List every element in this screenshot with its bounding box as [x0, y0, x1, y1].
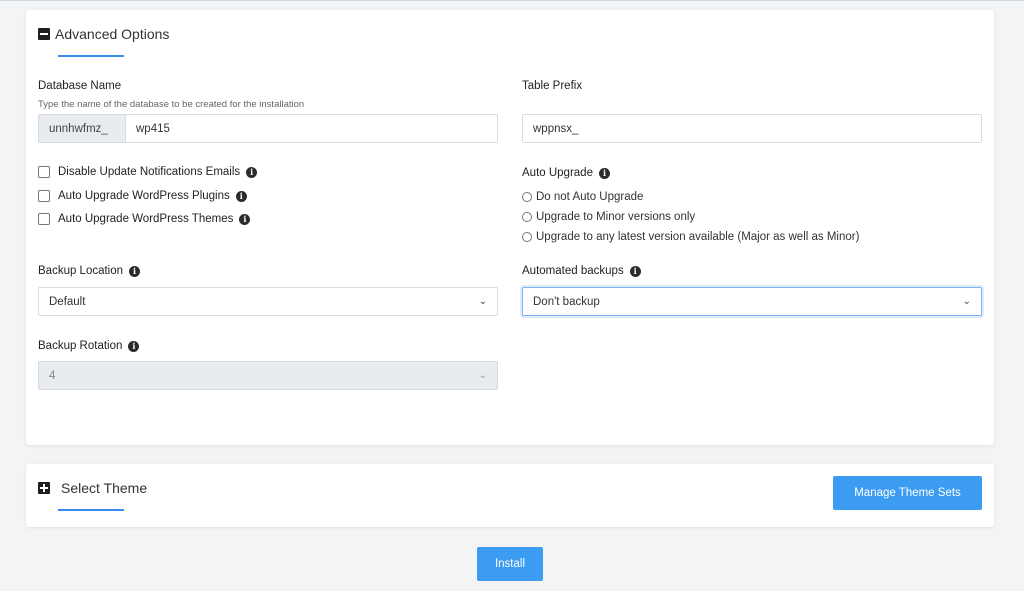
info-circle-icon[interactable]: i	[246, 166, 258, 178]
auto-upgrade-plugins-label: Auto Upgrade WordPress Plugins	[58, 190, 230, 202]
radio-button[interactable]	[522, 232, 532, 242]
select-theme-underline	[58, 509, 124, 511]
backup-rotation-value: 4	[49, 369, 56, 382]
backup-location-value: Default	[49, 295, 86, 308]
radio-label: Upgrade to any latest version available …	[536, 231, 860, 243]
disable-update-notifications-label: Disable Update Notifications Emails	[58, 166, 241, 178]
top-border	[0, 0, 1024, 1]
auto-upgrade-themes-row[interactable]: Auto Upgrade WordPress Themes i	[38, 213, 251, 225]
select-theme-title: Select Theme	[61, 480, 148, 496]
install-button[interactable]: Install	[477, 547, 543, 581]
database-prefix-addon: unnhwfmz_	[38, 114, 126, 143]
database-name-hint: Type the name of the database to be crea…	[38, 99, 305, 110]
disable-update-notifications-checkbox[interactable]	[38, 166, 50, 178]
info-circle-icon[interactable]: i	[598, 167, 610, 179]
plus-square-icon[interactable]	[38, 482, 50, 494]
manage-theme-sets-button[interactable]: Manage Theme Sets	[833, 476, 982, 510]
auto-upgrade-plugins-row[interactable]: Auto Upgrade WordPress Plugins i	[38, 190, 247, 202]
radio-minor-versions[interactable]: Upgrade to Minor versions only	[522, 211, 695, 223]
advanced-options-toggle[interactable]: Advanced Options	[38, 26, 169, 42]
backup-location-select[interactable]: Default ⌄	[38, 287, 498, 316]
info-circle-icon[interactable]: i	[128, 340, 140, 352]
automated-backups-select[interactable]: Don't backup ⌄	[522, 287, 982, 316]
select-theme-toggle[interactable]: Select Theme	[38, 480, 147, 496]
radio-button[interactable]	[522, 212, 532, 222]
backup-rotation-select[interactable]: 4 ⌄	[38, 361, 498, 390]
radio-latest-version[interactable]: Upgrade to any latest version available …	[522, 231, 859, 243]
auto-upgrade-plugins-checkbox[interactable]	[38, 190, 50, 202]
auto-upgrade-label: Auto Upgrade i	[522, 167, 610, 179]
backup-rotation-label: Backup Rotation i	[38, 340, 140, 352]
backup-location-label-text: Backup Location	[38, 265, 124, 277]
minus-square-icon[interactable]	[38, 28, 50, 40]
auto-upgrade-themes-checkbox[interactable]	[38, 213, 50, 225]
disable-update-notifications-row[interactable]: Disable Update Notifications Emails i	[38, 166, 258, 178]
info-circle-icon[interactable]: i	[235, 190, 247, 202]
backup-rotation-label-text: Backup Rotation	[38, 340, 123, 352]
select-theme-panel: Select Theme Manage Theme Sets	[26, 464, 994, 527]
database-name-input[interactable]: wp415	[125, 114, 498, 143]
table-prefix-input[interactable]: wppnsx_	[522, 114, 982, 143]
advanced-options-title: Advanced Options	[55, 26, 170, 42]
radio-label: Upgrade to Minor versions only	[536, 211, 696, 223]
auto-upgrade-themes-label: Auto Upgrade WordPress Themes	[58, 213, 234, 225]
chevron-down-icon: ⌄	[478, 296, 487, 307]
automated-backups-label: Automated backups i	[522, 265, 641, 277]
backup-location-label: Backup Location i	[38, 265, 141, 277]
chevron-down-icon: ⌄	[962, 296, 971, 307]
chevron-down-icon: ⌄	[478, 370, 487, 381]
automated-backups-value: Don't backup	[533, 295, 600, 308]
database-name-label: Database Name	[38, 80, 122, 92]
advanced-options-underline	[58, 55, 124, 57]
auto-upgrade-label-text: Auto Upgrade	[522, 167, 593, 179]
radio-label: Do not Auto Upgrade	[536, 191, 644, 203]
radio-button[interactable]	[522, 192, 532, 202]
radio-no-auto-upgrade[interactable]: Do not Auto Upgrade	[522, 191, 643, 203]
automated-backups-label-text: Automated backups	[522, 265, 624, 277]
advanced-options-panel: Advanced Options Database Name Type the …	[26, 10, 994, 445]
info-circle-icon[interactable]: i	[239, 213, 251, 225]
table-prefix-label: Table Prefix	[522, 80, 583, 92]
info-circle-icon[interactable]: i	[129, 265, 141, 277]
info-circle-icon[interactable]: i	[629, 265, 641, 277]
